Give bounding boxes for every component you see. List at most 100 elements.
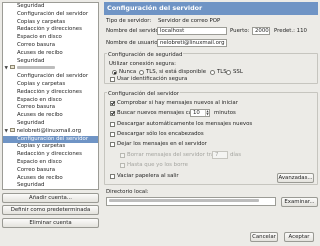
leave-on-server-checkbox[interactable]	[110, 142, 115, 147]
radio-never[interactable]	[112, 70, 117, 75]
tree-item[interactable]: Acuses de recibo	[3, 175, 98, 183]
tree-item-label: Espacio en disco	[17, 96, 62, 103]
spin-arrows-icon[interactable]: ▲ ▼	[205, 110, 209, 116]
delete-after-days-value: 7	[215, 152, 219, 158]
tree-item-label: Redacción y direcciones	[17, 151, 82, 158]
delete-after-label: Borrar mensajes del servidor tras	[127, 152, 218, 158]
tree-item[interactable]: Configuración del servidor	[3, 11, 98, 19]
tree-item-label: Seguridad	[17, 57, 45, 64]
tree-item-label: Correo basura	[17, 41, 56, 48]
tree-item[interactable]: Configuración del servidor	[3, 135, 98, 144]
username-label: Nombre de usuario:	[106, 40, 160, 46]
delete-after-days-stepper[interactable]: 7	[212, 151, 228, 159]
tree-item[interactable]: Seguridad	[3, 58, 98, 66]
tree-item-label: Acuses de recibo	[17, 49, 63, 56]
server-type-value: Servidor de correo POP	[158, 18, 221, 24]
until-deleted-checkbox[interactable]	[120, 163, 125, 168]
tree-item[interactable]: Correo basura	[3, 104, 98, 112]
tree-item-label: Espacio en disco	[17, 34, 62, 41]
add-account-button[interactable]: Añadir cuenta...	[2, 193, 99, 203]
radio-ssl[interactable]	[226, 70, 231, 75]
until-deleted-label: Hasta que yo los borre	[127, 162, 188, 168]
tree-item-label: Copias y carpetas	[17, 143, 66, 150]
radio-tls-if-available[interactable]	[139, 70, 144, 75]
check-every-minutes-value: 10	[193, 110, 200, 116]
port-label: Puerto:	[230, 28, 250, 34]
tree-item[interactable]: Correo basura	[3, 167, 98, 175]
account-icon	[10, 127, 15, 132]
tree-item-label: nelobreti@linuxmail.org	[16, 127, 82, 134]
expander-icon[interactable]: ▼	[5, 128, 8, 136]
set-default-button[interactable]: Definir como predeterminada	[2, 205, 99, 215]
check-every-label: Buscar nuevos mensajes cada	[117, 110, 199, 116]
tree-account-row[interactable]: ▼	[3, 65, 98, 73]
local-directory-input[interactable]	[106, 197, 276, 206]
port-input[interactable]: 2000	[252, 27, 270, 35]
tree-item[interactable]: Configuración del servidor	[3, 73, 98, 81]
empty-trash-label: Vaciar papelera al salir	[117, 173, 179, 179]
check-at-startup-label: Comprobar si hay mensajes nuevos al inic…	[117, 100, 238, 106]
tree-item-label: Configuración del servidor	[17, 135, 89, 142]
tree-item[interactable]: Copias y carpetas	[3, 143, 98, 151]
tree-item[interactable]: Correo basura	[3, 42, 98, 50]
tree-item[interactable]: Seguridad	[3, 120, 98, 128]
auto-download-checkbox[interactable]	[110, 122, 115, 127]
advanced-button[interactable]: Avanzadas...	[277, 173, 314, 183]
tree-item-label: Seguridad	[17, 3, 45, 9]
username-input[interactable]: nelobreti@linuxmail.org	[157, 39, 227, 47]
tree-item[interactable]: Seguridad	[3, 182, 98, 189]
default-port-label: Predet.: 110	[274, 28, 307, 34]
auto-download-label: Descargar automáticamente los mensajes n…	[117, 121, 253, 127]
days-label: días	[230, 152, 242, 158]
accept-button[interactable]: Aceptar	[284, 232, 314, 242]
tree-item-label: Redacción y direcciones	[17, 26, 82, 33]
minutes-label: minutos	[214, 110, 236, 116]
delete-after-checkbox[interactable]	[120, 153, 125, 158]
server-name-label: Nombre del servidor:	[106, 28, 163, 34]
tree-item[interactable]: Redacción y direcciones	[3, 151, 98, 159]
tree-item-label: Configuración del servidor	[17, 10, 89, 17]
secure-connection-label: Utilizar conexión segura:	[109, 61, 176, 67]
tree-item[interactable]: Copias y carpetas	[3, 19, 98, 27]
expander-icon[interactable]: ▼	[5, 65, 8, 73]
tree-item[interactable]: Espacio en disco	[3, 34, 98, 42]
tree-item[interactable]: Acuses de recibo	[3, 50, 98, 58]
radio-ssl-label: SSL	[233, 69, 243, 75]
tree-item[interactable]: Espacio en disco	[3, 97, 98, 105]
account-tree[interactable]: Seguridad Configuración del servidor Copia…	[2, 2, 99, 190]
tree-account-row[interactable]: ▼ nelobreti@linuxmail.org	[3, 127, 98, 136]
radio-never-label: Nunca	[119, 69, 137, 75]
server-name-input[interactable]: localhost	[157, 27, 227, 35]
security-section-title: Configuración de seguridad	[107, 52, 184, 59]
tree-item-label: Copias y carpetas	[17, 80, 66, 87]
remove-account-button[interactable]: Eliminar cuenta	[2, 218, 99, 228]
leave-on-server-label: Dejar los mensajes en el servidor	[117, 141, 207, 147]
tree-item-label: Espacio en disco	[17, 158, 62, 165]
tree-item[interactable]: Redacción y direcciones	[3, 89, 98, 97]
browse-button[interactable]: Examinar...	[281, 197, 318, 207]
headers-only-checkbox[interactable]	[110, 132, 115, 137]
check-every-minutes-stepper[interactable]: 10 ▲ ▼	[190, 109, 210, 117]
radio-tls-if-available-label: TLS, si está disponible	[146, 69, 207, 75]
account-icon	[10, 65, 15, 70]
tree-item-label: Correo basura	[17, 104, 56, 111]
secure-auth-label: Usar identificación segura	[117, 76, 188, 82]
page-title: Configuración del servidor	[104, 2, 318, 15]
secure-auth-checkbox[interactable]	[110, 77, 115, 82]
tree-item[interactable]: Copias y carpetas	[3, 81, 98, 89]
tree-item[interactable]: Acuses de recibo	[3, 112, 98, 120]
tree-item[interactable]: Espacio en disco	[3, 159, 98, 167]
blurred-account-name	[16, 66, 55, 70]
empty-trash-checkbox[interactable]	[110, 174, 115, 179]
server-settings-section-title: Configuración del servidor	[107, 91, 181, 98]
headers-only-label: Descargar sólo los encabezados	[117, 131, 204, 137]
local-directory-label: Directorio local:	[106, 189, 149, 195]
check-at-startup-checkbox[interactable]	[110, 101, 115, 106]
tree-item-label: Seguridad	[17, 119, 45, 126]
server-type-label: Tipo de servidor:	[106, 18, 152, 24]
tree-item[interactable]: Redacción y direcciones	[3, 26, 98, 34]
check-every-checkbox[interactable]	[110, 111, 115, 116]
cancel-button[interactable]: Cancelar	[250, 232, 278, 242]
tree-item[interactable]: Seguridad	[3, 3, 98, 11]
radio-tls[interactable]	[210, 70, 215, 75]
